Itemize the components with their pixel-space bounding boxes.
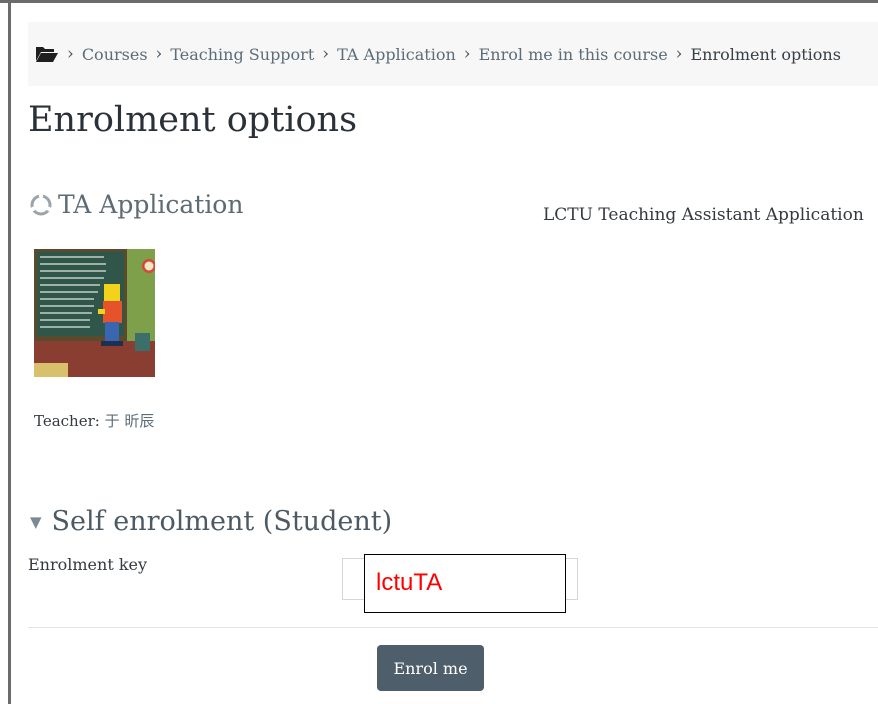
breadcrumb-current: Enrolment options (690, 44, 841, 64)
breadcrumb-courses[interactable]: Courses (82, 45, 148, 64)
section-title: Self enrolment (Student) (51, 506, 393, 537)
breadcrumb-enrol-me[interactable]: Enrol me in this course (479, 45, 668, 64)
window-frame-top (0, 0, 878, 3)
window-frame-left (8, 0, 11, 704)
course-icon (30, 193, 52, 215)
breadcrumb-teaching-support[interactable]: Teaching Support (170, 45, 314, 64)
breadcrumb-separator: › (675, 44, 683, 64)
caret-down-icon: ▼ (30, 512, 42, 531)
teacher-label: Teacher: (34, 412, 105, 430)
course-name-link[interactable]: TA Application (30, 190, 243, 219)
teacher-name-link[interactable]: 于 昕辰 (105, 412, 155, 430)
breadcrumb-separator: › (322, 44, 330, 64)
enrolment-key-label: Enrolment key (28, 555, 148, 574)
breadcrumb-ta-application[interactable]: TA Application (337, 45, 456, 64)
breadcrumb-separator: › (463, 44, 471, 64)
course-image (34, 249, 155, 377)
breadcrumb: › Courses › Teaching Support › TA Applic… (28, 22, 878, 86)
breadcrumb-separator: › (67, 44, 74, 64)
course-summary: LCTU Teaching Assistant Application (543, 205, 864, 225)
home-folder-icon[interactable] (35, 45, 59, 63)
breadcrumb-separator: › (155, 44, 163, 64)
course-name: TA Application (58, 190, 244, 219)
course-teacher: Teacher: 于 昕辰 (34, 410, 154, 431)
enrolment-key-input[interactable]: lctuTA (364, 554, 566, 613)
page-title: Enrolment options (28, 100, 358, 140)
form-divider (28, 627, 878, 628)
enrol-me-button[interactable]: Enrol me (377, 645, 484, 691)
self-enrolment-toggle[interactable]: ▼ Self enrolment (Student) (30, 506, 392, 537)
